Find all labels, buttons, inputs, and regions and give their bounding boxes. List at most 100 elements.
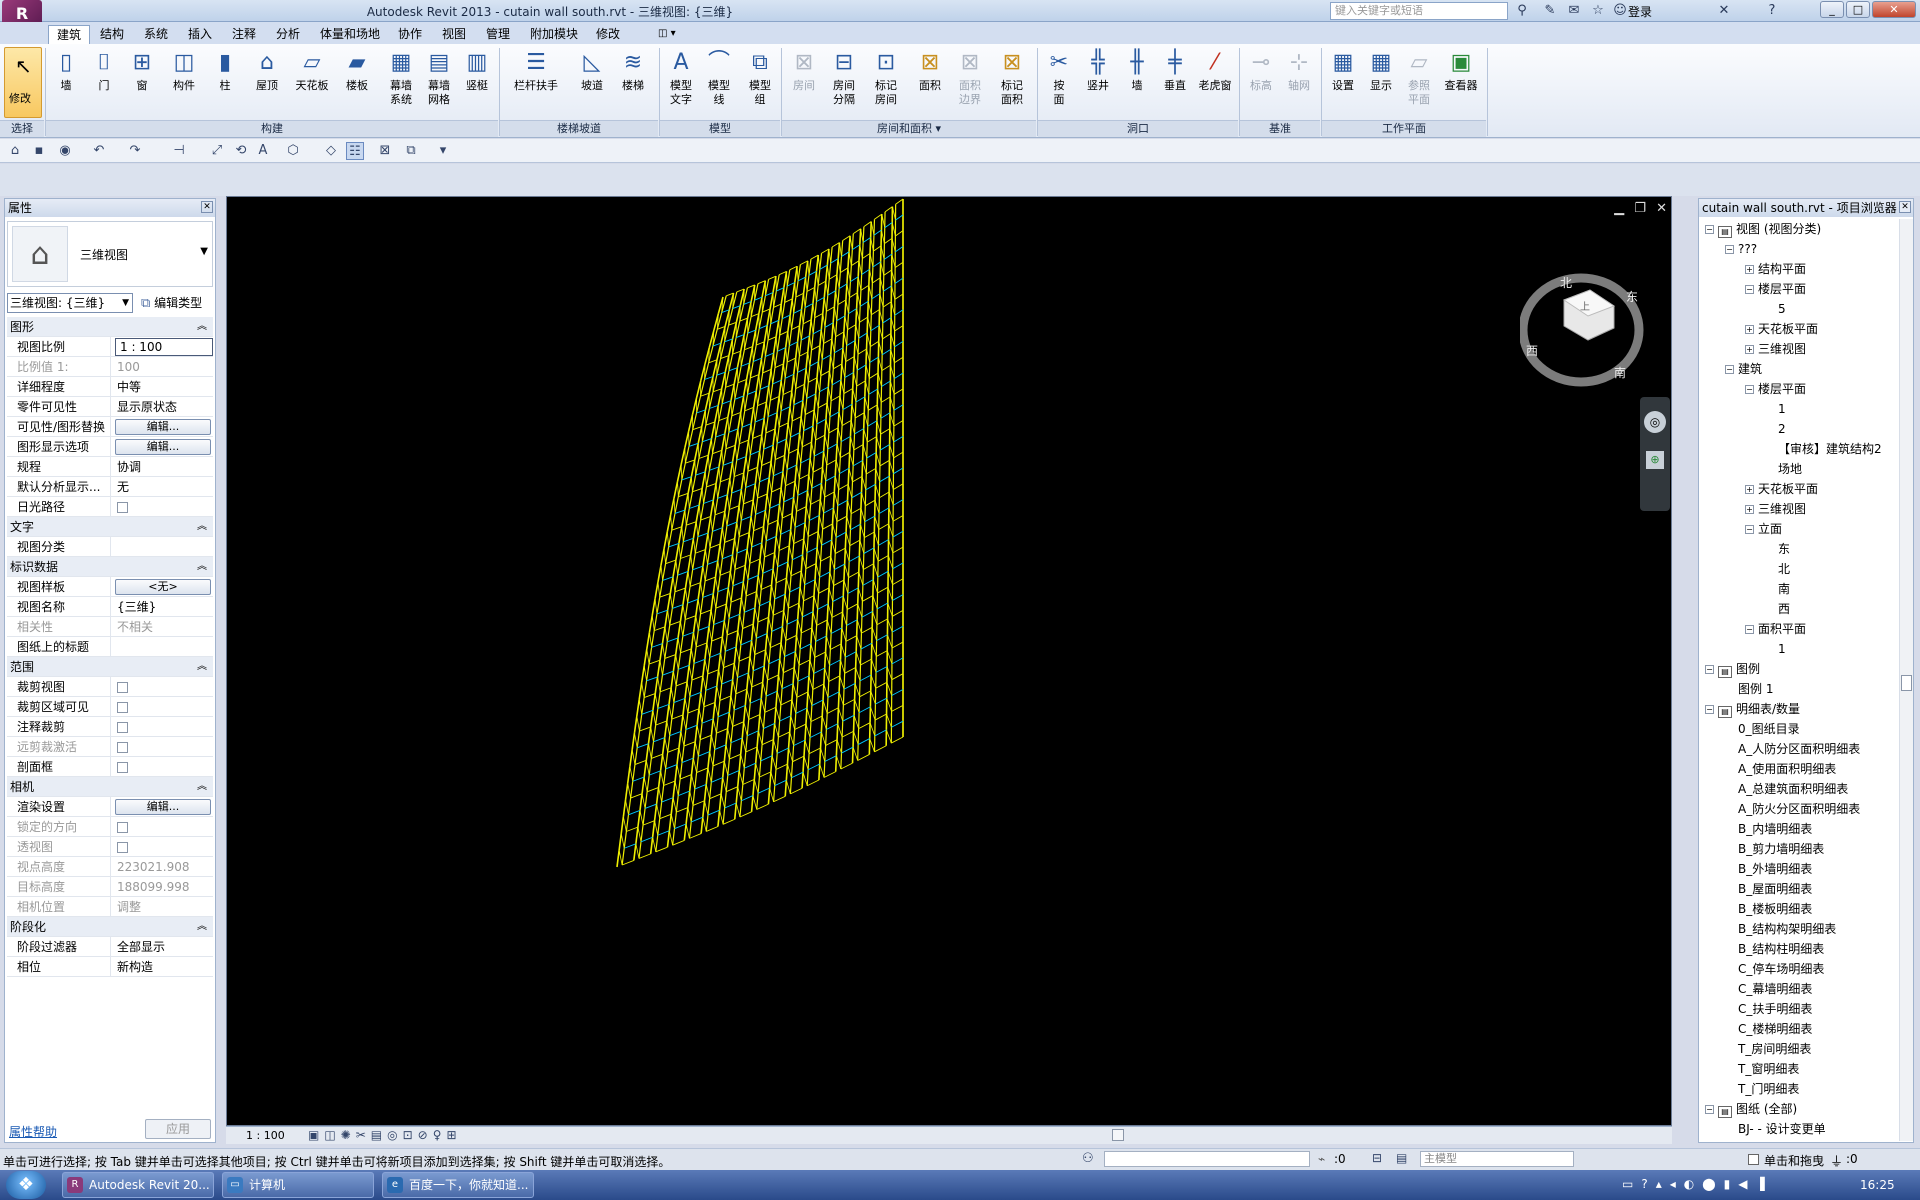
collapse-icon[interactable]: − bbox=[1705, 705, 1714, 714]
design-options-icon[interactable]: ⊟ bbox=[1372, 1151, 1382, 1165]
stair-button[interactable]: ≋ 楼梯 bbox=[614, 49, 652, 93]
set-workplane-button[interactable]: ▦ 设置 bbox=[1326, 49, 1360, 93]
browser-node[interactable]: 场地 bbox=[1765, 459, 1802, 479]
taskbar-browser[interactable]: e 百度一下，你就知道... bbox=[382, 1172, 534, 1198]
chevron-down-icon[interactable]: ▼ bbox=[200, 246, 208, 257]
editable-icon[interactable]: ⌁ bbox=[1318, 1152, 1325, 1166]
browser-node[interactable]: T_门明细表 bbox=[1725, 1079, 1799, 1099]
customize-qat-icon[interactable]: ▾ bbox=[434, 142, 452, 160]
viewer-button[interactable]: ▣ 查看器 bbox=[1440, 49, 1482, 93]
ribbon-toggle-icon[interactable]: ◫ ▾ bbox=[650, 25, 684, 44]
3d-viewport[interactable]: ▁ ❐ ✕ 上 北 东 南 西 ◎ ⊕ bbox=[226, 196, 1672, 1126]
curtain-wall-model[interactable] bbox=[227, 197, 1671, 1125]
browser-node[interactable]: + 天花板平面 bbox=[1745, 479, 1818, 499]
view-scale-input[interactable]: 1 : 100 bbox=[115, 338, 213, 356]
model-group-button[interactable]: ⧉ 模型 组 bbox=[742, 49, 778, 107]
level-button[interactable]: ⊸ 标高 bbox=[1244, 49, 1278, 93]
workplane-panel-label[interactable]: 工作平面 bbox=[1322, 120, 1486, 137]
browser-node[interactable]: 南 bbox=[1765, 579, 1790, 599]
tab-massing[interactable]: 体量和场地 bbox=[312, 25, 388, 44]
collapse-icon[interactable]: ︽ bbox=[197, 657, 207, 677]
scrollbar-thumb[interactable] bbox=[1901, 675, 1912, 691]
expand-icon[interactable]: + bbox=[1745, 345, 1754, 354]
property-value[interactable]: 全部显示 bbox=[113, 937, 213, 957]
dimension-icon[interactable]: ⤢ bbox=[208, 142, 226, 160]
roof-button[interactable]: ⌂ 屋顶 bbox=[250, 49, 284, 93]
circulation-panel-label[interactable]: 楼梯坡道 bbox=[500, 120, 658, 137]
property-edit-button[interactable]: 编辑... bbox=[115, 439, 211, 455]
communication-icon[interactable]: ✉ bbox=[1564, 2, 1584, 20]
collapse-icon[interactable]: ︽ bbox=[197, 777, 207, 797]
ref-plane-button[interactable]: ▱ 参照 平面 bbox=[1402, 49, 1436, 107]
browser-node[interactable]: − ▤ 图例 bbox=[1705, 659, 1760, 679]
modify-button[interactable]: ↖ 修改 bbox=[4, 47, 42, 118]
property-checkbox[interactable] bbox=[117, 722, 128, 733]
browser-node[interactable]: T_房间明细表 bbox=[1725, 1039, 1811, 1059]
property-value[interactable] bbox=[113, 537, 213, 557]
browser-node[interactable]: 1 bbox=[1765, 399, 1786, 419]
collapse-icon[interactable]: ︽ bbox=[197, 917, 207, 937]
section-icon[interactable]: ◇ bbox=[322, 142, 340, 160]
build-panel-label[interactable]: 构建 bbox=[46, 120, 498, 137]
dormer-button[interactable]: ⁄ 老虎窗 bbox=[1194, 49, 1236, 93]
tab-view[interactable]: 视图 bbox=[434, 25, 474, 44]
tag-room-button[interactable]: ⊡ 标记 房间 bbox=[866, 49, 906, 107]
browser-node[interactable]: B_剪力墙明细表 bbox=[1725, 839, 1824, 859]
minimize-button[interactable]: _ bbox=[1820, 1, 1844, 18]
window-button[interactable]: ⊞ 窗 bbox=[126, 49, 158, 93]
close-icon[interactable]: ✕ bbox=[1899, 201, 1911, 213]
browser-node[interactable]: − 建筑 bbox=[1725, 359, 1762, 379]
view-scale[interactable]: 1 : 100 bbox=[246, 1129, 285, 1142]
measure-icon[interactable]: ⊣ bbox=[170, 142, 188, 160]
property-category[interactable]: 文字 ︽ bbox=[7, 517, 213, 537]
browser-node[interactable]: + 三维视图 bbox=[1745, 499, 1806, 519]
instance-selector[interactable]: 三维视图: {三维} ▼ bbox=[7, 293, 133, 313]
apply-button[interactable]: 应用 bbox=[145, 1119, 211, 1139]
taskbar-computer[interactable]: ▭ 计算机 bbox=[222, 1172, 374, 1198]
property-checkbox[interactable] bbox=[117, 762, 128, 773]
property-value[interactable]: 无 bbox=[113, 477, 213, 497]
property-category[interactable]: 范围 ︽ bbox=[7, 657, 213, 677]
browser-node[interactable]: − ▤ 明细表/数量 bbox=[1705, 699, 1800, 719]
tab-structure[interactable]: 结构 bbox=[92, 25, 132, 44]
design-option-dropdown[interactable]: 主模型 bbox=[1420, 1151, 1574, 1167]
room-area-panel-label[interactable]: 房间和面积 ▾ bbox=[782, 120, 1036, 137]
property-checkbox[interactable] bbox=[117, 502, 128, 513]
browser-node[interactable]: 西 bbox=[1765, 599, 1790, 619]
collapse-icon[interactable]: ︽ bbox=[197, 557, 207, 577]
property-category[interactable]: 图形 ︽ bbox=[7, 317, 213, 337]
switch-windows-icon[interactable]: ⧉ bbox=[402, 142, 420, 160]
room-button[interactable]: ⊠ 房间 bbox=[786, 49, 822, 93]
expand-icon[interactable]: + bbox=[1745, 485, 1754, 494]
browser-node[interactable]: A_使用面积明细表 bbox=[1725, 759, 1836, 779]
property-value[interactable] bbox=[113, 637, 213, 657]
workset-icon[interactable]: ⚇ bbox=[1082, 1151, 1094, 1166]
grid-button[interactable]: ⊹ 轴网 bbox=[1282, 49, 1316, 93]
browser-node[interactable]: B_内墙明细表 bbox=[1725, 819, 1812, 839]
browser-node[interactable]: 【审核】建筑结构2 bbox=[1765, 439, 1882, 459]
collapse-icon[interactable]: − bbox=[1725, 365, 1734, 374]
mullion-button[interactable]: ▥ 竖梃 bbox=[460, 49, 494, 93]
browser-node[interactable]: + 三维视图 bbox=[1745, 339, 1806, 359]
browser-node[interactable]: B_屋面明细表 bbox=[1725, 879, 1812, 899]
browser-node[interactable]: − 面积平面 bbox=[1745, 619, 1806, 639]
property-edit-button[interactable]: 编辑... bbox=[115, 419, 211, 435]
tab-annotate[interactable]: 注释 bbox=[224, 25, 264, 44]
property-category[interactable]: 标识数据 ︽ bbox=[7, 557, 213, 577]
taskbar-revit[interactable]: R Autodesk Revit 20... bbox=[62, 1172, 214, 1198]
property-category[interactable]: 相机 ︽ bbox=[7, 777, 213, 797]
ceiling-button[interactable]: ▱ 天花板 bbox=[292, 49, 332, 93]
browser-node[interactable]: 0_图纸目录 bbox=[1725, 719, 1800, 739]
browser-node[interactable]: 北 bbox=[1765, 559, 1790, 579]
save-icon[interactable]: ▪ bbox=[30, 142, 48, 160]
collapse-icon[interactable]: ︽ bbox=[197, 517, 207, 537]
curtain-system-button[interactable]: ▦ 幕墙 系统 bbox=[384, 49, 418, 107]
show-workplane-button[interactable]: ▦ 显示 bbox=[1364, 49, 1398, 93]
property-checkbox[interactable] bbox=[117, 702, 128, 713]
collapse-icon[interactable]: − bbox=[1705, 1105, 1714, 1114]
text-icon[interactable]: A bbox=[254, 142, 272, 160]
collapse-icon[interactable]: − bbox=[1745, 385, 1754, 394]
tab-systems[interactable]: 系统 bbox=[136, 25, 176, 44]
property-edit-button[interactable]: 编辑... bbox=[115, 799, 211, 815]
close-icon[interactable]: ✕ bbox=[201, 201, 213, 213]
